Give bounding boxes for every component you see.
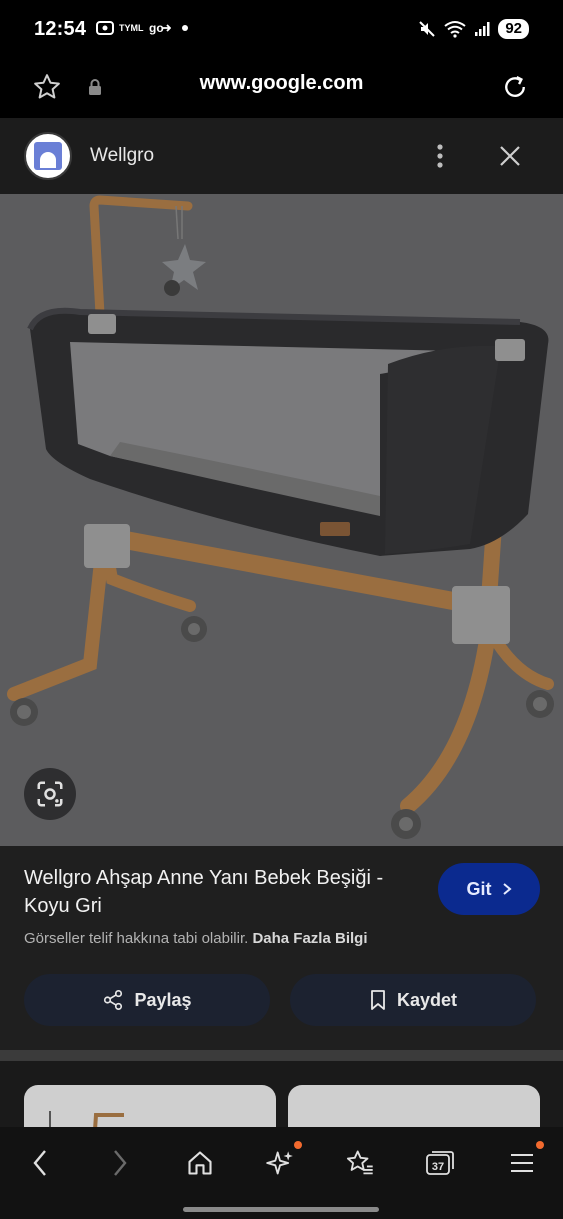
info-panel: Wellgro Ahşap Anne Yanı Bebek Beşiği - K… bbox=[0, 846, 563, 1050]
battery-level: 92 bbox=[505, 20, 522, 37]
status-time: 12:54 bbox=[34, 18, 87, 40]
product-image[interactable] bbox=[0, 194, 563, 846]
tabs-count: 37 bbox=[432, 1161, 444, 1173]
tabs-icon[interactable]: 37 bbox=[418, 1143, 462, 1183]
sparkle-badge-dot bbox=[294, 1141, 302, 1149]
chevron-right-icon bbox=[502, 883, 512, 895]
screenshot-icon bbox=[96, 21, 114, 35]
visit-button[interactable]: Git bbox=[438, 863, 540, 915]
site-logo[interactable] bbox=[24, 132, 72, 180]
lens-icon bbox=[37, 781, 63, 807]
product-title[interactable]: Wellgro Ahşap Anne Yanı Bebek Beşiği - K… bbox=[24, 864, 404, 920]
share-button-label: Paylaş bbox=[134, 989, 192, 1010]
share-icon bbox=[104, 990, 123, 1010]
notification-dot-icon bbox=[181, 25, 188, 31]
close-icon[interactable] bbox=[492, 138, 528, 174]
bookmark-icon bbox=[371, 990, 385, 1010]
forward-icon[interactable] bbox=[98, 1143, 142, 1183]
home-icon[interactable] bbox=[178, 1143, 222, 1183]
status-bar: 12:54 TYML go 92 bbox=[0, 0, 563, 58]
more-info-link[interactable]: Daha Fazla Bilgi bbox=[252, 930, 367, 947]
related-image-card[interactable] bbox=[24, 1085, 276, 1127]
lens-button[interactable] bbox=[24, 768, 76, 820]
copyright-text: Görseller telif hakkına tabi olabilir. bbox=[24, 930, 249, 947]
related-images bbox=[0, 1061, 563, 1127]
more-vert-icon[interactable] bbox=[422, 138, 458, 174]
visit-button-label: Git bbox=[466, 878, 492, 899]
status-left-icons: TYML go bbox=[96, 20, 188, 36]
site-logo-image bbox=[34, 142, 62, 170]
sparkle-icon[interactable] bbox=[258, 1141, 302, 1183]
favorites-icon[interactable] bbox=[338, 1143, 382, 1183]
menu-badge-dot bbox=[536, 1141, 544, 1149]
site-header: Wellgro bbox=[0, 118, 563, 194]
copyright-notice: Görseller telif hakkına tabi olabilir. D… bbox=[24, 930, 367, 947]
reload-icon[interactable] bbox=[498, 70, 532, 104]
url-bar: www.google.com bbox=[0, 58, 563, 118]
save-button-label: Kaydet bbox=[396, 989, 458, 1010]
crib-illustration bbox=[7, 195, 554, 839]
wifi-icon bbox=[444, 21, 466, 38]
menu-icon[interactable] bbox=[500, 1141, 544, 1183]
bottom-navigation: 37 bbox=[0, 1127, 563, 1219]
share-button[interactable]: Paylaş bbox=[24, 974, 270, 1026]
signal-icon bbox=[475, 22, 490, 36]
related-image-card[interactable] bbox=[288, 1085, 540, 1127]
status-right: 92 bbox=[418, 19, 529, 39]
url-text[interactable]: www.google.com bbox=[0, 72, 563, 95]
mute-icon bbox=[419, 21, 436, 37]
carrier-badge: TYML bbox=[119, 23, 144, 33]
go-icon: go bbox=[149, 21, 171, 35]
divider bbox=[0, 1050, 563, 1061]
back-icon[interactable] bbox=[18, 1143, 62, 1183]
home-indicator[interactable] bbox=[183, 1207, 379, 1212]
battery-indicator: 92 bbox=[498, 19, 529, 39]
svg-text:go: go bbox=[149, 21, 164, 35]
site-name[interactable]: Wellgro bbox=[90, 145, 154, 167]
save-button[interactable]: Kaydet bbox=[290, 974, 536, 1026]
related-thumbnail bbox=[49, 1111, 124, 1127]
